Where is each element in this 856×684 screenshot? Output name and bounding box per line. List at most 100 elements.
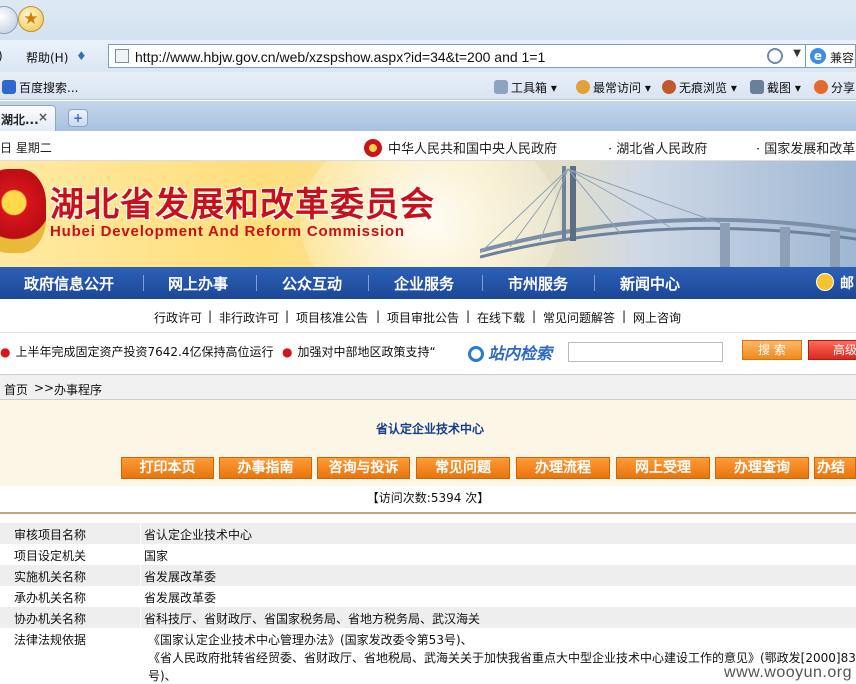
gov-link-central-label: 中华人民共和国中央人民政府 xyxy=(388,142,558,157)
nav-city-service[interactable]: 市州服务 xyxy=(508,273,568,294)
subnav-separator: | xyxy=(285,309,290,323)
row-value: 省发展改革委 xyxy=(144,570,217,584)
new-tab-button[interactable]: + xyxy=(68,109,88,127)
sub-nav: 行政许可 | 非行政许可 | 项目核准公告 | 项目审批公告 | 在线下载 | … xyxy=(0,299,856,333)
site-search-input[interactable] xyxy=(568,342,723,362)
row-label: 承办机关名称 xyxy=(14,591,87,605)
subnav-admin-license[interactable]: 行政许可 xyxy=(154,309,202,326)
table-row: 协办机关名称 省科技厅、省财政厅、省国家税务局、省地方税务局、武汉海关 xyxy=(0,607,856,628)
private-browse-label: 无痕浏览 xyxy=(679,81,728,95)
subnav-separator: | xyxy=(208,309,213,323)
gov-link-hubei[interactable]: · 湖北省人民政府 xyxy=(608,138,707,157)
guide-button[interactable]: 办事指南 xyxy=(219,457,312,479)
tab-active[interactable]: 湖北... × xyxy=(0,105,56,131)
share-icon xyxy=(814,80,828,94)
subnav-separator: | xyxy=(532,309,537,323)
breadcrumb: 首页 >> 办事程序 xyxy=(0,374,856,400)
advanced-search-button[interactable]: 高级 xyxy=(808,340,856,360)
row-label: 法律法规依据 xyxy=(14,633,87,647)
screenshot-icon xyxy=(750,80,764,94)
gov-link-central[interactable]: 中华人民共和国中央人民政府 xyxy=(364,138,557,157)
online-accept-button[interactable]: 网上受理 xyxy=(616,457,710,479)
subnav-separator: | xyxy=(466,309,471,323)
share-button[interactable]: 分享 xyxy=(814,79,855,96)
avatar-icon[interactable] xyxy=(816,273,834,291)
subnav-project-review-notice[interactable]: 项目审批公告 xyxy=(387,309,459,326)
divider xyxy=(0,512,856,514)
most-visited-button[interactable]: 最常访问 ▾ xyxy=(576,79,651,96)
nav-separator xyxy=(256,275,257,291)
gov-link-ndrc[interactable]: · 国家发展和改革 xyxy=(756,138,855,157)
row-label: 协办机关名称 xyxy=(14,612,87,626)
nav-separator xyxy=(594,275,595,291)
address-bar[interactable]: http://www.hbjw.gov.cn/web/xzspshow.aspx… xyxy=(108,44,806,68)
menu-help[interactable]: 帮助(H) xyxy=(26,49,68,66)
nav-separator xyxy=(368,275,369,291)
breadcrumb-separator: >> xyxy=(34,381,55,395)
nav-separator xyxy=(482,275,483,291)
nav-mail[interactable]: 邮 xyxy=(840,273,854,293)
subnav-separator: | xyxy=(376,309,381,323)
status-query-button[interactable]: 办理查询 xyxy=(715,457,809,479)
toolbox-label: 工具箱 xyxy=(511,81,548,95)
address-url[interactable]: http://www.hbjw.gov.cn/web/xzspshow.aspx… xyxy=(135,49,545,65)
bridge-image xyxy=(480,166,856,267)
nav-online-service[interactable]: 网上办事 xyxy=(168,273,228,294)
browser-toolbar: 百度搜索... 工具箱 ▾ 最常访问 ▾ 无痕浏览 ▾ 截图 ▾ 分享 xyxy=(0,72,856,100)
toolbox-button[interactable]: 工具箱 ▾ xyxy=(494,79,557,96)
subnav-online-download[interactable]: 在线下载 xyxy=(477,309,525,326)
nav-public-interaction[interactable]: 公众互动 xyxy=(282,273,342,294)
table-row: 实施机关名称 省发展改革委 xyxy=(0,565,856,586)
back-button[interactable] xyxy=(0,6,18,34)
nav-gov-info[interactable]: 政府信息公开 xyxy=(24,273,114,294)
national-emblem-logo xyxy=(0,169,46,253)
tab-close-icon[interactable]: × xyxy=(38,110,48,124)
news-item[interactable]: ● 上半年完成固定资产投资7642.4亿保持高位运行 xyxy=(0,343,273,360)
row-value: 省科技厅、省财政厅、省国家税务局、省地方税务局、武汉海关 xyxy=(144,612,481,626)
row-divider xyxy=(140,607,141,628)
share-label: 分享 xyxy=(831,81,856,95)
baidu-search-link[interactable]: 百度搜索... xyxy=(2,79,78,96)
favorites-star-icon[interactable]: ★ xyxy=(18,6,44,32)
subnav-online-consult[interactable]: 网上咨询 xyxy=(633,309,681,326)
faq-button[interactable]: 常见问题 xyxy=(416,457,510,479)
subnav-faq[interactable]: 常见问题解答 xyxy=(543,309,615,326)
most-visited-icon xyxy=(576,80,590,94)
news-bullet-icon: ● xyxy=(0,345,11,359)
address-dropdown-icon[interactable]: ▼ xyxy=(793,48,801,59)
legal-line: 号)、 xyxy=(148,669,177,683)
ie-icon: e xyxy=(810,48,826,64)
search-button[interactable]: 搜 索 xyxy=(742,340,802,360)
completed-button[interactable]: 办结 xyxy=(814,457,856,479)
shirt-icon[interactable]: ♦ xyxy=(76,49,87,63)
subnav-project-approval-notice[interactable]: 项目核准公告 xyxy=(296,309,368,326)
compat-search-box[interactable]: e 兼容 xyxy=(806,44,856,68)
private-browse-button[interactable]: 无痕浏览 ▾ xyxy=(662,79,737,96)
row-value: 省认定企业技术中心 xyxy=(144,528,253,542)
tab-title: 湖北... xyxy=(1,113,39,127)
most-visited-label: 最常访问 xyxy=(593,81,642,95)
consult-complaint-button[interactable]: 咨询与投诉 xyxy=(317,457,410,479)
row-value: 国家 xyxy=(144,549,169,563)
nav-enterprise-service[interactable]: 企业服务 xyxy=(394,273,454,294)
screenshot-button[interactable]: 截图 ▾ xyxy=(750,79,801,96)
news-item[interactable]: ● 加强对中部地区政策支持“ xyxy=(282,343,436,360)
subnav-non-admin-license[interactable]: 非行政许可 xyxy=(219,309,279,326)
nav-separator xyxy=(143,275,144,291)
legal-line: 《国家认定企业技术中心管理办法》(国家发改委令第53号)、 xyxy=(148,633,473,647)
news-search-bar: ● 上半年完成固定资产投资7642.4亿保持高位运行 ● 加强对中部地区政策支持“ … xyxy=(0,334,856,368)
watermark: www.wooyun.org xyxy=(724,664,852,681)
menu-partial-icon[interactable]: ) xyxy=(0,49,3,63)
nav-news-center[interactable]: 新闻中心 xyxy=(620,273,680,294)
refresh-icon[interactable] xyxy=(767,48,783,64)
item-panel: 省认定企业技术中心 打印本页 办事指南 咨询与投诉 常见问题 办理流程 网上受理… xyxy=(0,400,856,486)
compat-label[interactable]: 兼容 xyxy=(830,49,854,66)
private-browse-icon xyxy=(662,80,676,94)
process-flow-button[interactable]: 办理流程 xyxy=(516,457,610,479)
baidu-search-label: 百度搜索... xyxy=(19,81,79,95)
toolbox-icon xyxy=(494,80,508,94)
print-button[interactable]: 打印本页 xyxy=(121,457,214,479)
site-banner: 湖北省发展和改革委员会 Hubei Development And Reform… xyxy=(0,161,856,267)
tab-bar: 湖北... × + xyxy=(0,101,856,131)
breadcrumb-home[interactable]: 首页 xyxy=(4,381,28,398)
